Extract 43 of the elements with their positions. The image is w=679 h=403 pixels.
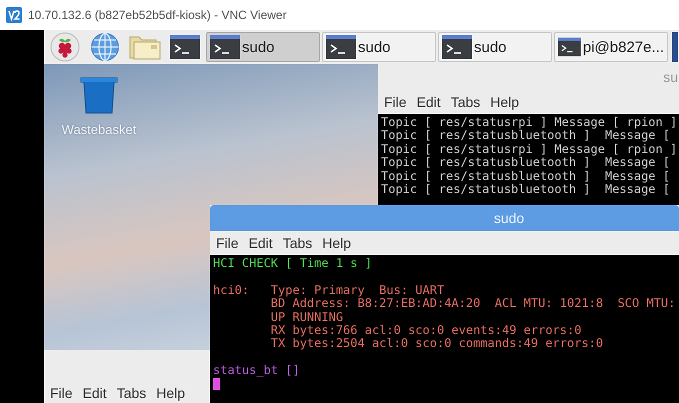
terminal-icon [210,35,240,59]
terminal-icon [558,35,581,59]
globe-icon[interactable] [90,32,120,62]
terminal-line: UP RUNNING [270,310,344,324]
wastebasket-icon[interactable] [79,76,119,114]
terminal-line: Topic [ res/statusrpi ] Message [ rpion ] [381,142,678,156]
window-title: sudo [494,210,524,226]
menu-item[interactable]: Help [490,94,520,110]
terminal-line: Topic [ res/statusbluetooth ] Message [ [381,182,671,196]
terminal-line: Topic [ res/statusbluetooth ] Message [ [381,156,671,170]
menu-item[interactable]: File [384,94,407,110]
terminal-line: TX bytes:2504 acl:0 sco:0 commands:49 errors:0 [270,337,604,351]
terminal-line: BD Address: B8:27:EB:AD:4A:20 ACL MTU: 1021:8 SCO MTU: [270,297,676,311]
icon-label: Wastebasket [62,122,136,137]
terminal-line: Topic [ res/statusrpi ] Message [ rpion ] [381,116,678,130]
menu-item[interactable]: Edit [248,235,273,251]
app-logo-icon [6,7,22,23]
taskbar-edge [672,32,678,62]
taskbar-button[interactable]: pi@b827e... [554,32,668,62]
taskbar-button[interactable]: sudo [322,32,436,62]
terminal-line: Topic [ res/statusbluetooth ] Message [ [381,129,671,143]
terminal-line: HCI CHECK [ Time 1 s ] [213,257,373,270]
terminal-line: RX bytes:766 acl:0 sco:0 events:49 errors:0 [270,324,582,338]
menu-item[interactable]: File [50,385,73,401]
window-title: su [663,69,678,85]
terminal-icon [442,35,472,59]
menu-item[interactable]: Tabs [282,235,312,251]
menu-item[interactable]: Tabs [450,94,480,110]
terminal-icon[interactable] [170,35,200,59]
window-title: 10.70.132.6 (b827eb52b5df-kiosk) - VNC Viewer [28,8,287,22]
menu-item[interactable]: Tabs [116,385,146,401]
menu-item[interactable]: Help [156,385,186,401]
terminal-line: status_bt [] [213,364,301,378]
menu-item[interactable]: Edit [82,385,107,401]
terminal-icon [326,35,356,59]
taskbar-button[interactable]: sudo [206,32,320,62]
menu-item[interactable]: Edit [416,94,441,110]
menu-item[interactable]: File [216,235,239,251]
menu-item[interactable]: Help [322,235,352,251]
raspberry-icon[interactable] [50,32,80,62]
taskbar-button[interactable]: sudo [438,32,552,62]
terminal-line: Topic [ res/statusbluetooth ] Message [ [381,170,671,183]
terminal-line: hci0: Type: Primary Bus: UART [213,284,446,298]
